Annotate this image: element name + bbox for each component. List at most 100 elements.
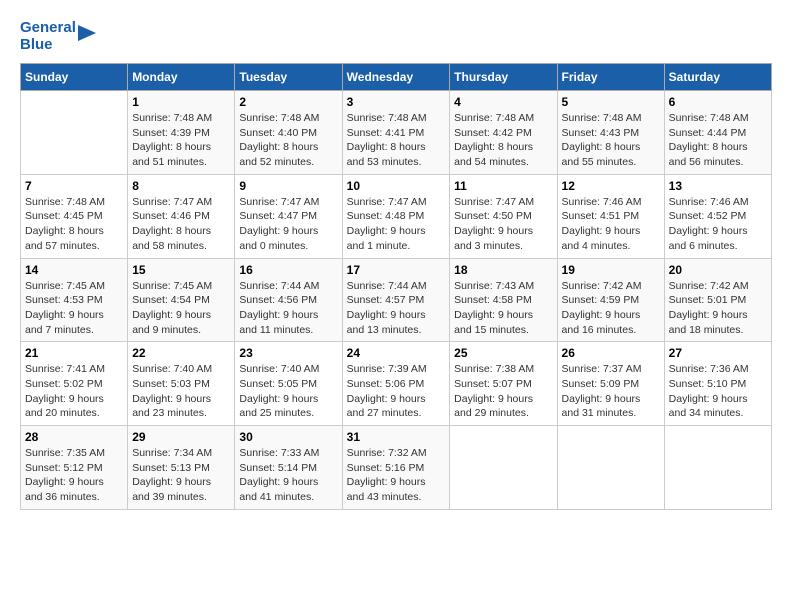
day-info: Sunrise: 7:32 AM Sunset: 5:16 PM Dayligh… — [347, 446, 446, 505]
day-info: Sunrise: 7:38 AM Sunset: 5:07 PM Dayligh… — [454, 362, 552, 421]
calendar-cell — [21, 91, 128, 175]
day-info: Sunrise: 7:37 AM Sunset: 5:09 PM Dayligh… — [562, 362, 660, 421]
day-info: Sunrise: 7:46 AM Sunset: 4:52 PM Dayligh… — [669, 195, 767, 254]
day-number: 31 — [347, 430, 446, 444]
day-info: Sunrise: 7:35 AM Sunset: 5:12 PM Dayligh… — [25, 446, 123, 505]
calendar-cell: 10 Sunrise: 7:47 AM Sunset: 4:48 PM Dayli… — [342, 174, 450, 258]
day-number: 12 — [562, 179, 660, 193]
calendar-cell: 11Sunrise: 7:47 AM Sunset: 4:50 PM Dayli… — [450, 174, 557, 258]
day-number: 18 — [454, 263, 552, 277]
day-info: Sunrise: 7:48 AM Sunset: 4:41 PM Dayligh… — [347, 111, 446, 170]
calendar-cell: 9 Sunrise: 7:47 AM Sunset: 4:47 PM Daylig… — [235, 174, 342, 258]
calendar-cell: 26 Sunrise: 7:37 AM Sunset: 5:09 PM Dayli… — [557, 342, 664, 426]
day-number: 21 — [25, 346, 123, 360]
calendar-cell — [450, 426, 557, 510]
day-info: Sunrise: 7:36 AM Sunset: 5:10 PM Dayligh… — [669, 362, 767, 421]
day-number: 3 — [347, 95, 446, 109]
calendar-cell: 14 Sunrise: 7:45 AM Sunset: 4:53 PM Dayli… — [21, 258, 128, 342]
calendar-week-2: 7 Sunrise: 7:48 AM Sunset: 4:45 PM Daylig… — [21, 174, 772, 258]
day-info: Sunrise: 7:47 AM Sunset: 4:48 PM Dayligh… — [347, 195, 446, 254]
day-number: 2 — [239, 95, 337, 109]
calendar-cell: 4 Sunrise: 7:48 AM Sunset: 4:42 PM Daylig… — [450, 91, 557, 175]
col-header-tuesday: Tuesday — [235, 64, 342, 91]
day-number: 13 — [669, 179, 767, 193]
day-number: 6 — [669, 95, 767, 109]
day-info: Sunrise: 7:48 AM Sunset: 4:40 PM Dayligh… — [239, 111, 337, 170]
day-number: 17 — [347, 263, 446, 277]
calendar-week-5: 28Sunrise: 7:35 AM Sunset: 5:12 PM Dayli… — [21, 426, 772, 510]
calendar-cell: 28Sunrise: 7:35 AM Sunset: 5:12 PM Dayli… — [21, 426, 128, 510]
day-info: Sunrise: 7:46 AM Sunset: 4:51 PM Dayligh… — [562, 195, 660, 254]
calendar-cell: 23 Sunrise: 7:40 AM Sunset: 5:05 PM Dayli… — [235, 342, 342, 426]
day-info: Sunrise: 7:34 AM Sunset: 5:13 PM Dayligh… — [132, 446, 230, 505]
calendar-cell — [664, 426, 771, 510]
day-number: 26 — [562, 346, 660, 360]
calendar-cell: 15 Sunrise: 7:45 AM Sunset: 4:54 PM Dayli… — [128, 258, 235, 342]
day-info: Sunrise: 7:40 AM Sunset: 5:05 PM Dayligh… — [239, 362, 337, 421]
calendar-week-3: 14 Sunrise: 7:45 AM Sunset: 4:53 PM Dayli… — [21, 258, 772, 342]
day-info: Sunrise: 7:48 AM Sunset: 4:39 PM Dayligh… — [132, 111, 230, 170]
logo-text: General Blue — [20, 20, 96, 53]
day-number: 11 — [454, 179, 552, 193]
day-number: 4 — [454, 95, 552, 109]
col-header-wednesday: Wednesday — [342, 64, 450, 91]
day-number: 10 — [347, 179, 446, 193]
calendar-cell: 13 Sunrise: 7:46 AM Sunset: 4:52 PM Dayli… — [664, 174, 771, 258]
col-header-friday: Friday — [557, 64, 664, 91]
calendar-cell: 1 Sunrise: 7:48 AM Sunset: 4:39 PM Daylig… — [128, 91, 235, 175]
col-header-thursday: Thursday — [450, 64, 557, 91]
day-info: Sunrise: 7:45 AM Sunset: 4:53 PM Dayligh… — [25, 279, 123, 338]
calendar-cell: 21 Sunrise: 7:41 AM Sunset: 5:02 PM Dayli… — [21, 342, 128, 426]
day-number: 23 — [239, 346, 337, 360]
calendar-header-row: SundayMondayTuesdayWednesdayThursdayFrid… — [21, 64, 772, 91]
day-number: 8 — [132, 179, 230, 193]
calendar-cell: 8 Sunrise: 7:47 AM Sunset: 4:46 PM Daylig… — [128, 174, 235, 258]
calendar-cell: 16 Sunrise: 7:44 AM Sunset: 4:56 PM Dayli… — [235, 258, 342, 342]
day-number: 22 — [132, 346, 230, 360]
day-info: Sunrise: 7:48 AM Sunset: 4:43 PM Dayligh… — [562, 111, 660, 170]
calendar-cell: 17Sunrise: 7:44 AM Sunset: 4:57 PM Dayli… — [342, 258, 450, 342]
calendar-week-1: 1 Sunrise: 7:48 AM Sunset: 4:39 PM Daylig… — [21, 91, 772, 175]
day-number: 7 — [25, 179, 123, 193]
calendar-cell: 22 Sunrise: 7:40 AM Sunset: 5:03 PM Dayli… — [128, 342, 235, 426]
logo-general: General — [20, 20, 76, 37]
col-header-sunday: Sunday — [21, 64, 128, 91]
calendar-week-4: 21 Sunrise: 7:41 AM Sunset: 5:02 PM Dayli… — [21, 342, 772, 426]
day-info: Sunrise: 7:43 AM Sunset: 4:58 PM Dayligh… — [454, 279, 552, 338]
calendar-cell — [557, 426, 664, 510]
day-info: Sunrise: 7:42 AM Sunset: 5:01 PM Dayligh… — [669, 279, 767, 338]
col-header-monday: Monday — [128, 64, 235, 91]
calendar-cell: 12 Sunrise: 7:46 AM Sunset: 4:51 PM Dayli… — [557, 174, 664, 258]
calendar-table: SundayMondayTuesdayWednesdayThursdayFrid… — [20, 63, 772, 510]
day-info: Sunrise: 7:47 AM Sunset: 4:47 PM Dayligh… — [239, 195, 337, 254]
calendar-cell: 27 Sunrise: 7:36 AM Sunset: 5:10 PM Dayli… — [664, 342, 771, 426]
day-info: Sunrise: 7:47 AM Sunset: 4:46 PM Dayligh… — [132, 195, 230, 254]
day-info: Sunrise: 7:41 AM Sunset: 5:02 PM Dayligh… — [25, 362, 123, 421]
day-number: 20 — [669, 263, 767, 277]
calendar-cell: 3 Sunrise: 7:48 AM Sunset: 4:41 PM Daylig… — [342, 91, 450, 175]
day-info: Sunrise: 7:48 AM Sunset: 4:42 PM Dayligh… — [454, 111, 552, 170]
day-number: 27 — [669, 346, 767, 360]
calendar-cell: 18 Sunrise: 7:43 AM Sunset: 4:58 PM Dayli… — [450, 258, 557, 342]
day-info: Sunrise: 7:48 AM Sunset: 4:45 PM Dayligh… — [25, 195, 123, 254]
day-info: Sunrise: 7:40 AM Sunset: 5:03 PM Dayligh… — [132, 362, 230, 421]
calendar-cell: 2 Sunrise: 7:48 AM Sunset: 4:40 PM Daylig… — [235, 91, 342, 175]
day-number: 24 — [347, 346, 446, 360]
day-info: Sunrise: 7:44 AM Sunset: 4:56 PM Dayligh… — [239, 279, 337, 338]
day-number: 5 — [562, 95, 660, 109]
col-header-saturday: Saturday — [664, 64, 771, 91]
calendar-cell: 7 Sunrise: 7:48 AM Sunset: 4:45 PM Daylig… — [21, 174, 128, 258]
day-number: 19 — [562, 263, 660, 277]
calendar-cell: 25Sunrise: 7:38 AM Sunset: 5:07 PM Dayli… — [450, 342, 557, 426]
calendar-cell: 30Sunrise: 7:33 AM Sunset: 5:14 PM Dayli… — [235, 426, 342, 510]
logo-bird-icon — [78, 25, 96, 49]
calendar-cell: 20 Sunrise: 7:42 AM Sunset: 5:01 PM Dayli… — [664, 258, 771, 342]
day-number: 1 — [132, 95, 230, 109]
day-number: 9 — [239, 179, 337, 193]
day-number: 16 — [239, 263, 337, 277]
day-number: 14 — [25, 263, 123, 277]
calendar-cell: 19Sunrise: 7:42 AM Sunset: 4:59 PM Dayli… — [557, 258, 664, 342]
day-info: Sunrise: 7:45 AM Sunset: 4:54 PM Dayligh… — [132, 279, 230, 338]
day-number: 15 — [132, 263, 230, 277]
day-info: Sunrise: 7:39 AM Sunset: 5:06 PM Dayligh… — [347, 362, 446, 421]
